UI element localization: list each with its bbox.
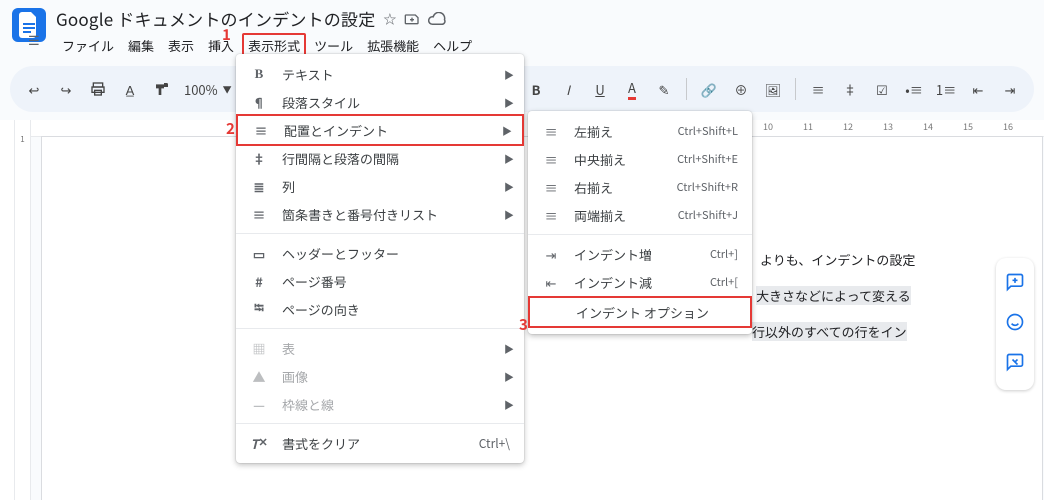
menu-item-borders-lines: —枠線と線▶ [236,390,524,418]
align-button[interactable]: ≡ [804,75,832,103]
menu-item-columns[interactable]: ≣列▶ [236,172,524,200]
menu-view[interactable]: 表示 [162,33,200,58]
insert-link-button[interactable]: 🔗 [695,75,723,103]
callout-3: 3 [519,314,528,335]
emoji-reaction-icon[interactable] [1005,312,1025,336]
bold-button[interactable]: B [522,75,550,103]
format-menu: Bテキスト▶ ¶段落スタイル▶ ≡配置とインデント▶ ‡行間隔と段落の間隔▶ ≣… [236,54,524,463]
submenu-align-left[interactable]: ≡左揃えCtrl+Shift+L [528,117,752,145]
cloud-status-icon[interactable] [428,12,446,26]
align-indent-submenu: ≡左揃えCtrl+Shift+L ≡中央揃えCtrl+Shift+E ≡右揃えC… [528,111,752,334]
menu-item-clear-formatting[interactable]: T✕書式をクリアCtrl+\ [236,429,524,457]
redo-button[interactable]: ↪ [52,75,80,103]
submenu-align-justify[interactable]: ≡両端揃えCtrl+Shift+J [528,201,752,229]
submenu-align-right[interactable]: ≡右揃えCtrl+Shift+R [528,173,752,201]
italic-button[interactable]: I [554,75,582,103]
add-comment-icon[interactable] [1005,272,1025,296]
suggest-edits-icon[interactable] [1005,352,1025,376]
body-text: よりも、インデントの設定 [760,250,915,269]
body-text: 大きさなどによって変える [756,286,911,305]
callout-1: 1 [222,24,231,45]
outline-toggle-icon[interactable]: ☰ [28,30,40,49]
menu-item-paragraph-styles[interactable]: ¶段落スタイル▶ [236,88,524,116]
menu-item-text[interactable]: Bテキスト▶ [236,60,524,88]
text-color-button[interactable]: A [618,75,646,103]
bulleted-list-button[interactable]: •≡ [900,75,928,103]
menu-item-bullets-numbering[interactable]: ≡箇条書きと番号付きリスト▶ [236,200,524,228]
ruler-vertical: 1 [15,120,31,500]
line-spacing-button[interactable]: ‡ [836,75,864,103]
submenu-align-center[interactable]: ≡中央揃えCtrl+Shift+E [528,145,752,173]
paint-format-button[interactable] [148,75,176,103]
undo-button[interactable]: ↩ [20,75,48,103]
add-comment-button[interactable]: ⊕ [727,75,755,103]
submenu-indent-increase[interactable]: ⇥インデント増Ctrl+] [528,240,752,268]
submenu-indent-decrease[interactable]: ⇤インデント減Ctrl+[ [528,268,752,296]
menu-item-page-numbers[interactable]: #ページ番号 [236,267,524,295]
zoom-select[interactable]: 100%▼ [180,80,236,99]
menu-item-headers-footers[interactable]: ▭ヘッダーとフッター [236,239,524,267]
menu-file[interactable]: ファイル [56,33,120,58]
spellcheck-button[interactable]: A̲ [116,75,144,103]
print-button[interactable] [84,75,112,103]
menu-item-image: ▲画像▶ [236,362,524,390]
menu-item-table: ▦表▶ [236,334,524,362]
menu-edit[interactable]: 編集 [122,33,160,58]
star-icon[interactable]: ☆ [383,9,396,28]
highlight-button[interactable]: ✎ [650,75,678,103]
callout-2: 2 [226,118,235,139]
menu-item-line-spacing[interactable]: ‡行間隔と段落の間隔▶ [236,144,524,172]
decrease-indent-button[interactable]: ⇤ [964,75,992,103]
side-actions [996,258,1034,390]
body-text: 行以外のすべての行をイン [752,322,907,341]
insert-image-button[interactable]: 🖼 [759,75,787,103]
underline-button[interactable]: U [586,75,614,103]
checklist-button[interactable]: ☑ [868,75,896,103]
menu-item-align-indent[interactable]: ≡配置とインデント▶ [236,114,524,146]
menu-item-page-orientation[interactable]: ⭾ページの向き [236,295,524,323]
doc-title[interactable]: Google ドキュメントのインデントの設定 [56,6,375,31]
increase-indent-button[interactable]: ⇥ [996,75,1024,103]
move-icon[interactable] [404,11,420,27]
numbered-list-button[interactable]: 1≡ [932,75,960,103]
submenu-indent-options[interactable]: インデント オプション [528,296,752,328]
